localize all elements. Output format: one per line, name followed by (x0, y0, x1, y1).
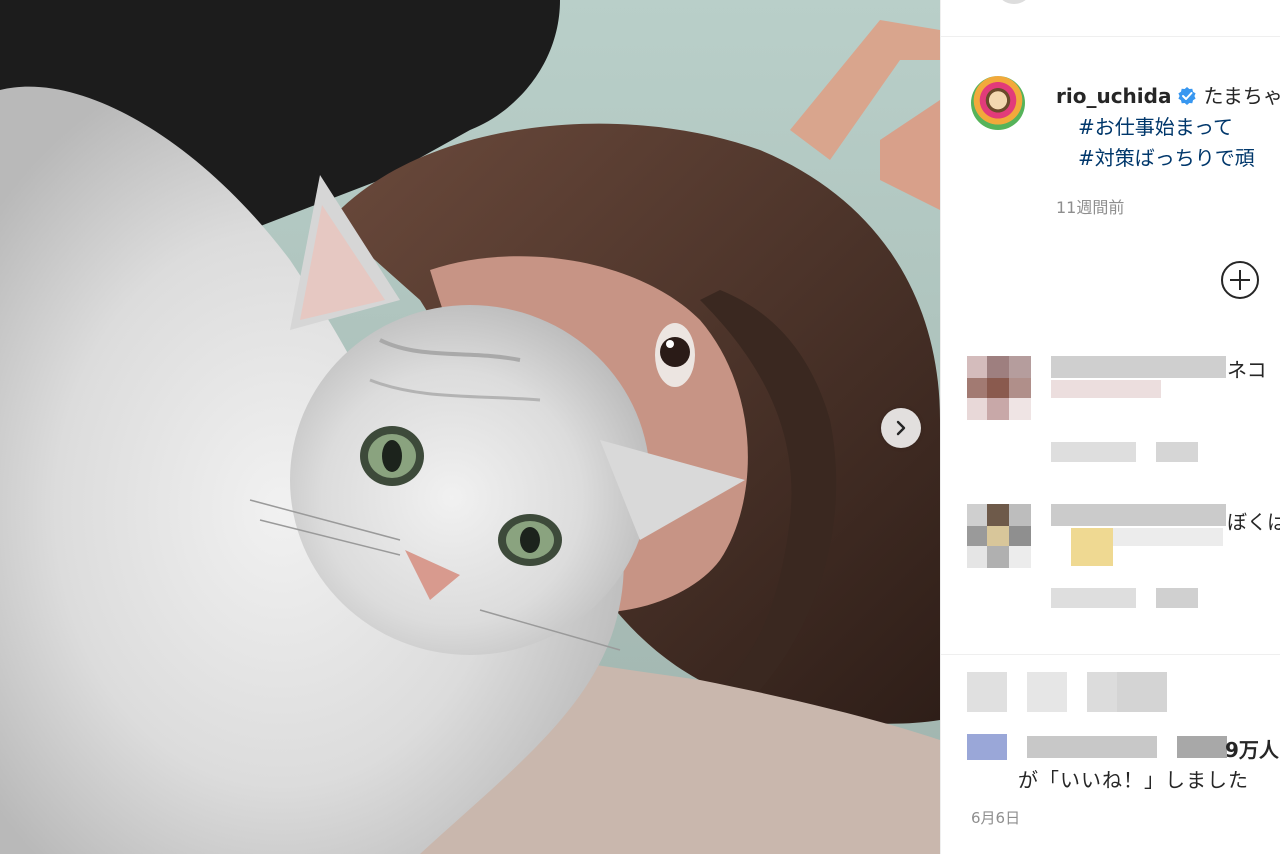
author-avatar[interactable] (971, 76, 1025, 130)
post-photo[interactable] (0, 0, 940, 854)
pixelated-text (1071, 528, 1113, 566)
pixelated-reply[interactable] (1156, 442, 1198, 462)
liker-avatars[interactable] (967, 734, 1007, 760)
hashtag-link[interactable]: #お仕事始まって (1078, 111, 1233, 140)
hashtag-link[interactable]: #対策ばっちりで頑 (1078, 142, 1255, 171)
commenter-avatar[interactable] (967, 504, 1031, 568)
caption: rio_uchida たまちゃ (1056, 80, 1280, 109)
pixelated-username (1051, 504, 1226, 526)
pixelated-meta (1051, 442, 1136, 462)
pixelated-text (1113, 528, 1223, 546)
load-more-comments-button[interactable] (1220, 260, 1260, 300)
pixelated-meta (1051, 588, 1136, 608)
plus-circle-icon (1221, 261, 1259, 299)
likes-count[interactable]: 9万人 (1225, 734, 1279, 763)
chevron-right-icon (896, 420, 906, 436)
post-side-panel: rio_uchida たまちゃ #お仕事始まって #対策ばっちりで頑 11週間前… (940, 0, 1280, 854)
post-date[interactable]: 6月6日 (971, 807, 1020, 828)
pixelated-username (1051, 356, 1226, 378)
comment-text: ネコ (1227, 358, 1267, 382)
likes-text: が「いいね！」しました (1018, 768, 1249, 792)
save-icon[interactable] (1117, 672, 1167, 712)
cat-and-woman-photo (0, 0, 940, 854)
verified-badge-icon (1178, 87, 1197, 105)
author-username[interactable]: rio_uchida (1056, 84, 1171, 108)
commenter-avatar[interactable] (967, 356, 1031, 420)
header-divider (941, 36, 1280, 37)
next-photo-button[interactable] (881, 408, 921, 448)
section-divider (941, 654, 1280, 655)
header-avatar[interactable] (999, 0, 1029, 4)
pixelated-liker-name[interactable] (1027, 736, 1157, 758)
pixelated-reply[interactable] (1156, 588, 1198, 608)
comment-icon[interactable] (1027, 672, 1067, 712)
caption-text: たまちゃ (1203, 84, 1280, 108)
caption-timestamp[interactable]: 11週間前 (1056, 194, 1124, 218)
comment-text: ぼくは (1227, 510, 1280, 534)
like-icon[interactable] (967, 672, 1007, 712)
pixelated-text (1051, 380, 1161, 398)
pixelated-liker-name[interactable] (1177, 736, 1227, 758)
